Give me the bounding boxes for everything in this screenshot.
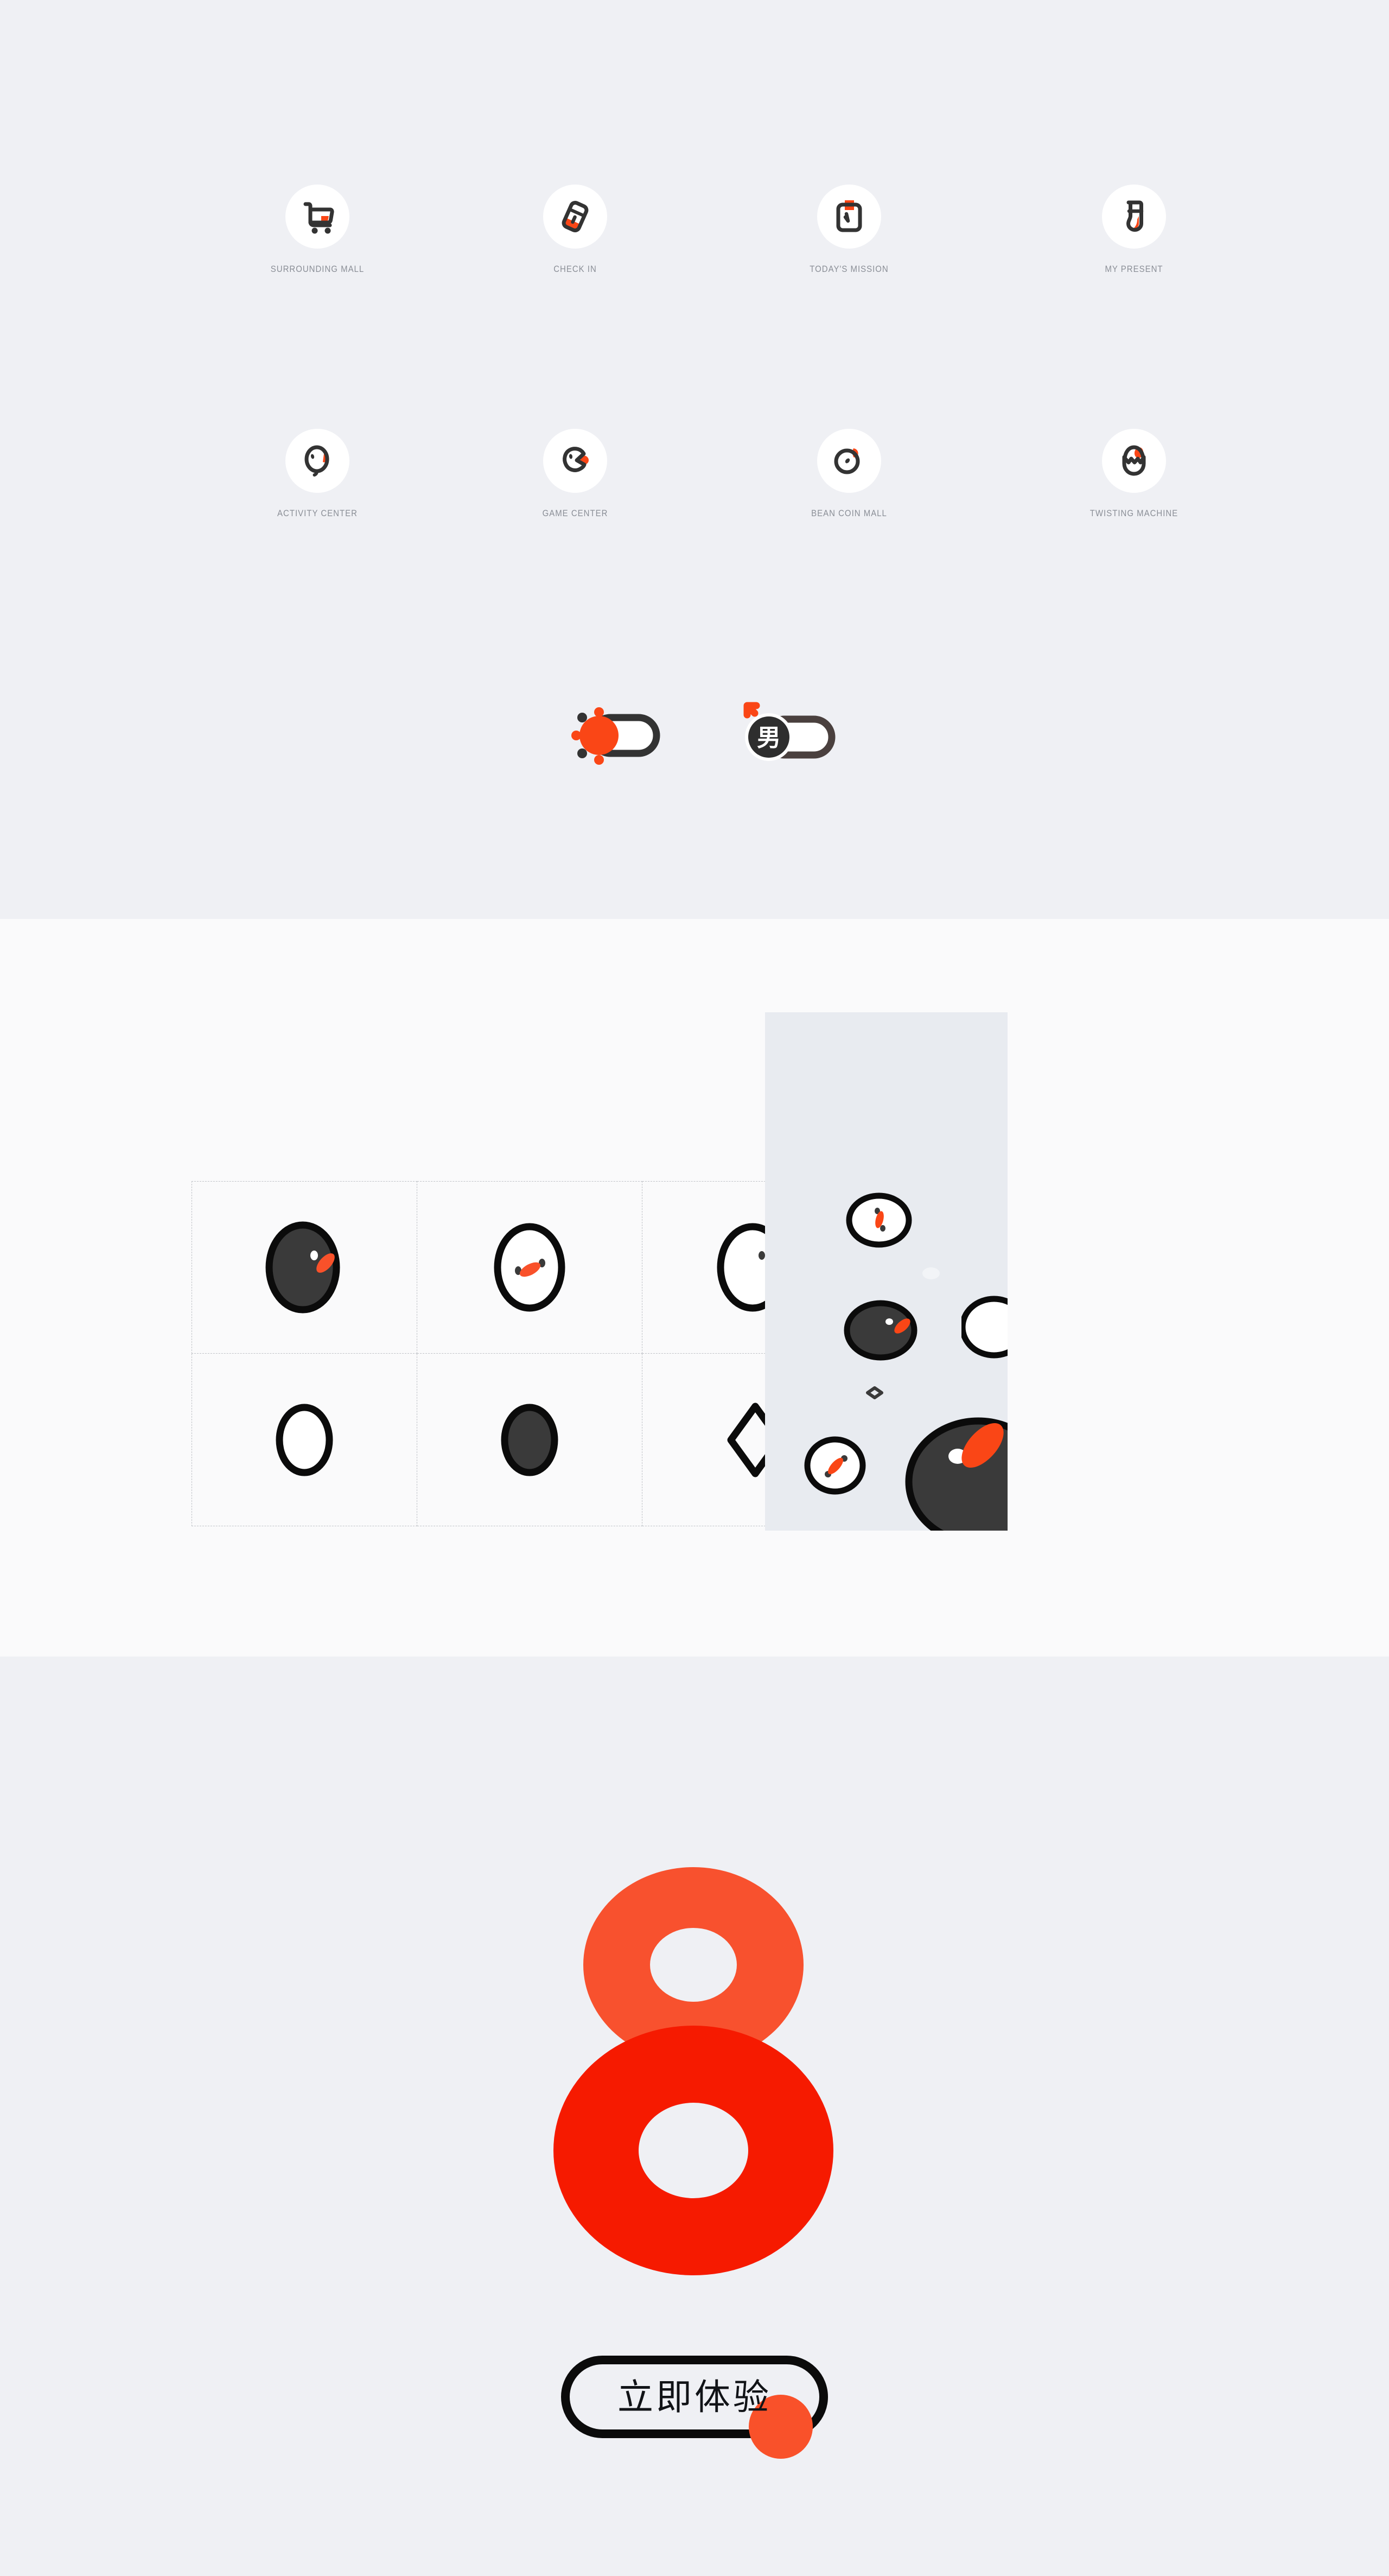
icon-cell-my-present[interactable]: MY PRESENT: [1036, 185, 1232, 275]
icon-disc: [543, 185, 607, 249]
sun-ray-upper-left: [577, 713, 587, 722]
balloon-bird-icon: [304, 445, 329, 477]
toggle-row: 男: [0, 700, 1389, 798]
grid-cell-2[interactable]: [417, 1181, 643, 1354]
small-outline-bird: [846, 1192, 912, 1248]
small-diamond: [866, 1386, 883, 1399]
icon-disc: [285, 185, 349, 249]
icon-cell-twisting-machine[interactable]: TWISTING MACHINE: [1036, 429, 1232, 519]
icon-cell-game-center[interactable]: GAME CENTER: [477, 429, 673, 519]
arrow-up-left-icon: [743, 702, 760, 719]
bottom-outline-bird: [804, 1436, 866, 1495]
icon-disc: [1102, 429, 1166, 493]
sun-ray-left: [571, 731, 581, 740]
icon-label: GAME CENTER: [542, 508, 608, 518]
filled-dark-bird-face-shape: [265, 1221, 340, 1314]
right-cut-outline: [961, 1296, 1008, 1359]
icon-row-2: ACTIVITY CENTER GAME CENTER BEAN COIN MA…: [0, 429, 1389, 613]
icon-disc: [1102, 185, 1166, 249]
icon-label: BEAN COIN MALL: [811, 508, 887, 518]
construction-grid-section: [0, 919, 1389, 1657]
gift-sock-icon: [1126, 200, 1144, 232]
brightness-toggle-graphic: [571, 707, 660, 765]
pattern-showcase-panel: [765, 1012, 1008, 1531]
coin-bird-icon: [834, 448, 860, 474]
gender-toggle[interactable]: 男: [735, 700, 844, 771]
icon-cell-check-in[interactable]: CHECK IN: [477, 185, 673, 275]
calendar-tilted-icon: [562, 201, 589, 232]
icon-cell-todays-mission[interactable]: TODAY'S MISSION: [751, 185, 947, 275]
sun-ray-bottom: [594, 755, 604, 765]
brightness-toggle[interactable]: [564, 700, 673, 771]
faint-ghost-ellipse: [922, 1267, 940, 1279]
icon-showcase-section: SURROUNDING MALL CHECK IN TODAY'S MISSIO…: [0, 0, 1389, 919]
icon-disc: [817, 185, 881, 249]
icon-label: ACTIVITY CENTER: [277, 508, 358, 518]
outline-bird-face-shape: [494, 1223, 565, 1312]
outline-ellipse-shape: [276, 1404, 333, 1476]
experience-now-button[interactable]: 立即体验: [561, 2356, 828, 2459]
icon-label: CHECK IN: [553, 264, 597, 274]
icon-cell-bean-coin-mall[interactable]: BEAN COIN MALL: [751, 429, 947, 519]
grid-cell-4[interactable]: [192, 1354, 417, 1526]
gender-toggle-knob-label: 男: [757, 724, 781, 752]
cracked-egg-icon: [1122, 445, 1146, 476]
large-dark-bird: [905, 1417, 1008, 1531]
icon-label: TODAY'S MISSION: [810, 264, 889, 274]
hero-section: 立即体验: [0, 1657, 1389, 2576]
showcase-page: SURROUNDING MALL CHECK IN TODAY'S MISSIO…: [0, 0, 1389, 2576]
icon-disc: [285, 429, 349, 493]
icon-label: SURROUNDING MALL: [270, 264, 365, 274]
shopping-cart-icon: [303, 202, 334, 234]
gender-toggle-graphic: 男: [743, 702, 836, 761]
numeral-eight-graphic: [553, 1867, 833, 2275]
filled-ellipse-shape: [501, 1404, 558, 1476]
eight-top-ring-hole: [650, 1928, 737, 2002]
icon-cell-activity-center[interactable]: ACTIVITY CENTER: [220, 429, 415, 519]
pacman-bird-icon: [563, 447, 589, 472]
hero-cta-wrap: 立即体验: [0, 2356, 1389, 2459]
icon-label: MY PRESENT: [1105, 264, 1163, 274]
clipboard-check-icon: [836, 200, 862, 232]
experience-now-label: 立即体验: [617, 2377, 772, 2417]
icon-disc: [543, 429, 607, 493]
icon-cell-surrounding-mall[interactable]: SURROUNDING MALL: [220, 185, 415, 275]
sun-ray-lower-left: [577, 748, 587, 758]
mid-dark-bird: [844, 1300, 917, 1361]
numeral-eight-logo: [0, 1847, 1389, 2283]
eight-bottom-ring-hole: [639, 2103, 748, 2198]
grid-cell-1[interactable]: [192, 1181, 417, 1354]
icon-disc: [817, 429, 881, 493]
grid-cell-5[interactable]: [417, 1354, 643, 1526]
sun-ray-top: [594, 707, 604, 717]
icon-row-1: SURROUNDING MALL CHECK IN TODAY'S MISSIO…: [0, 185, 1389, 369]
icon-label: TWISTING MACHINE: [1089, 508, 1178, 518]
